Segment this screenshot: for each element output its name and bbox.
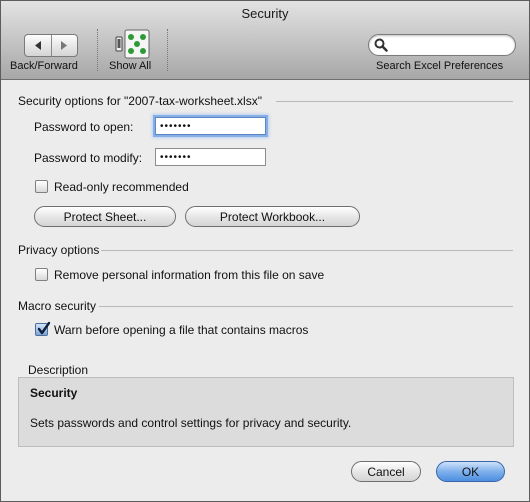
back-arrow-icon (34, 41, 41, 50)
privacy-section-title: Privacy options (18, 243, 100, 257)
divider (276, 101, 513, 102)
protect-sheet-button[interactable]: Protect Sheet... (34, 206, 176, 227)
divider (101, 250, 513, 251)
protect-workbook-button[interactable]: Protect Workbook... (185, 206, 360, 227)
search-label: Search Excel Preferences (376, 60, 504, 72)
back-forward-control (24, 34, 78, 57)
show-all-button[interactable] (114, 29, 150, 59)
back-forward-label: Back/Forward (10, 60, 78, 72)
password-open-field[interactable]: ••••••• (155, 117, 266, 135)
forward-button[interactable] (50, 35, 78, 56)
readonly-checkbox[interactable] (35, 180, 48, 193)
description-heading: Security (30, 386, 78, 400)
show-all-label: Show All (109, 60, 152, 72)
forward-arrow-icon (61, 41, 68, 50)
security-section-title: Security options for "2007-tax-worksheet… (18, 94, 262, 108)
remove-info-label: Remove personal information from this fi… (54, 268, 325, 282)
description-box: Security Sets passwords and control sett… (18, 377, 514, 447)
ok-button[interactable]: OK (436, 461, 505, 482)
readonly-label: Read-only recommended (54, 180, 189, 194)
remove-info-checkbox[interactable] (35, 268, 48, 281)
description-text: Sets passwords and control settings for … (30, 416, 352, 430)
warn-macros-label: Warn before opening a file that contains… (54, 323, 309, 337)
password-modify-field[interactable]: ••••••• (155, 148, 266, 166)
preferences-window: Security Back/Forward Show All Search Ex… (0, 0, 530, 502)
macro-section-title: Macro security (18, 299, 97, 313)
search-field[interactable] (368, 34, 516, 56)
warn-macros-checkbox[interactable] (35, 321, 51, 336)
divider (99, 306, 513, 307)
search-icon (374, 38, 388, 52)
toolbar: Security Back/Forward Show All Search Ex… (1, 1, 529, 80)
description-title: Description (28, 363, 89, 377)
cancel-button[interactable]: Cancel (351, 461, 421, 482)
password-open-label: Password to open: (34, 120, 134, 134)
toolbar-separator (167, 29, 168, 71)
search-input[interactable] (391, 37, 511, 54)
window-title: Security (241, 6, 289, 21)
password-modify-label: Password to modify: (34, 151, 143, 165)
show-all-icon (115, 29, 150, 59)
checkmark-icon (37, 321, 51, 335)
back-button[interactable] (25, 35, 51, 56)
toolbar-separator (97, 29, 98, 71)
